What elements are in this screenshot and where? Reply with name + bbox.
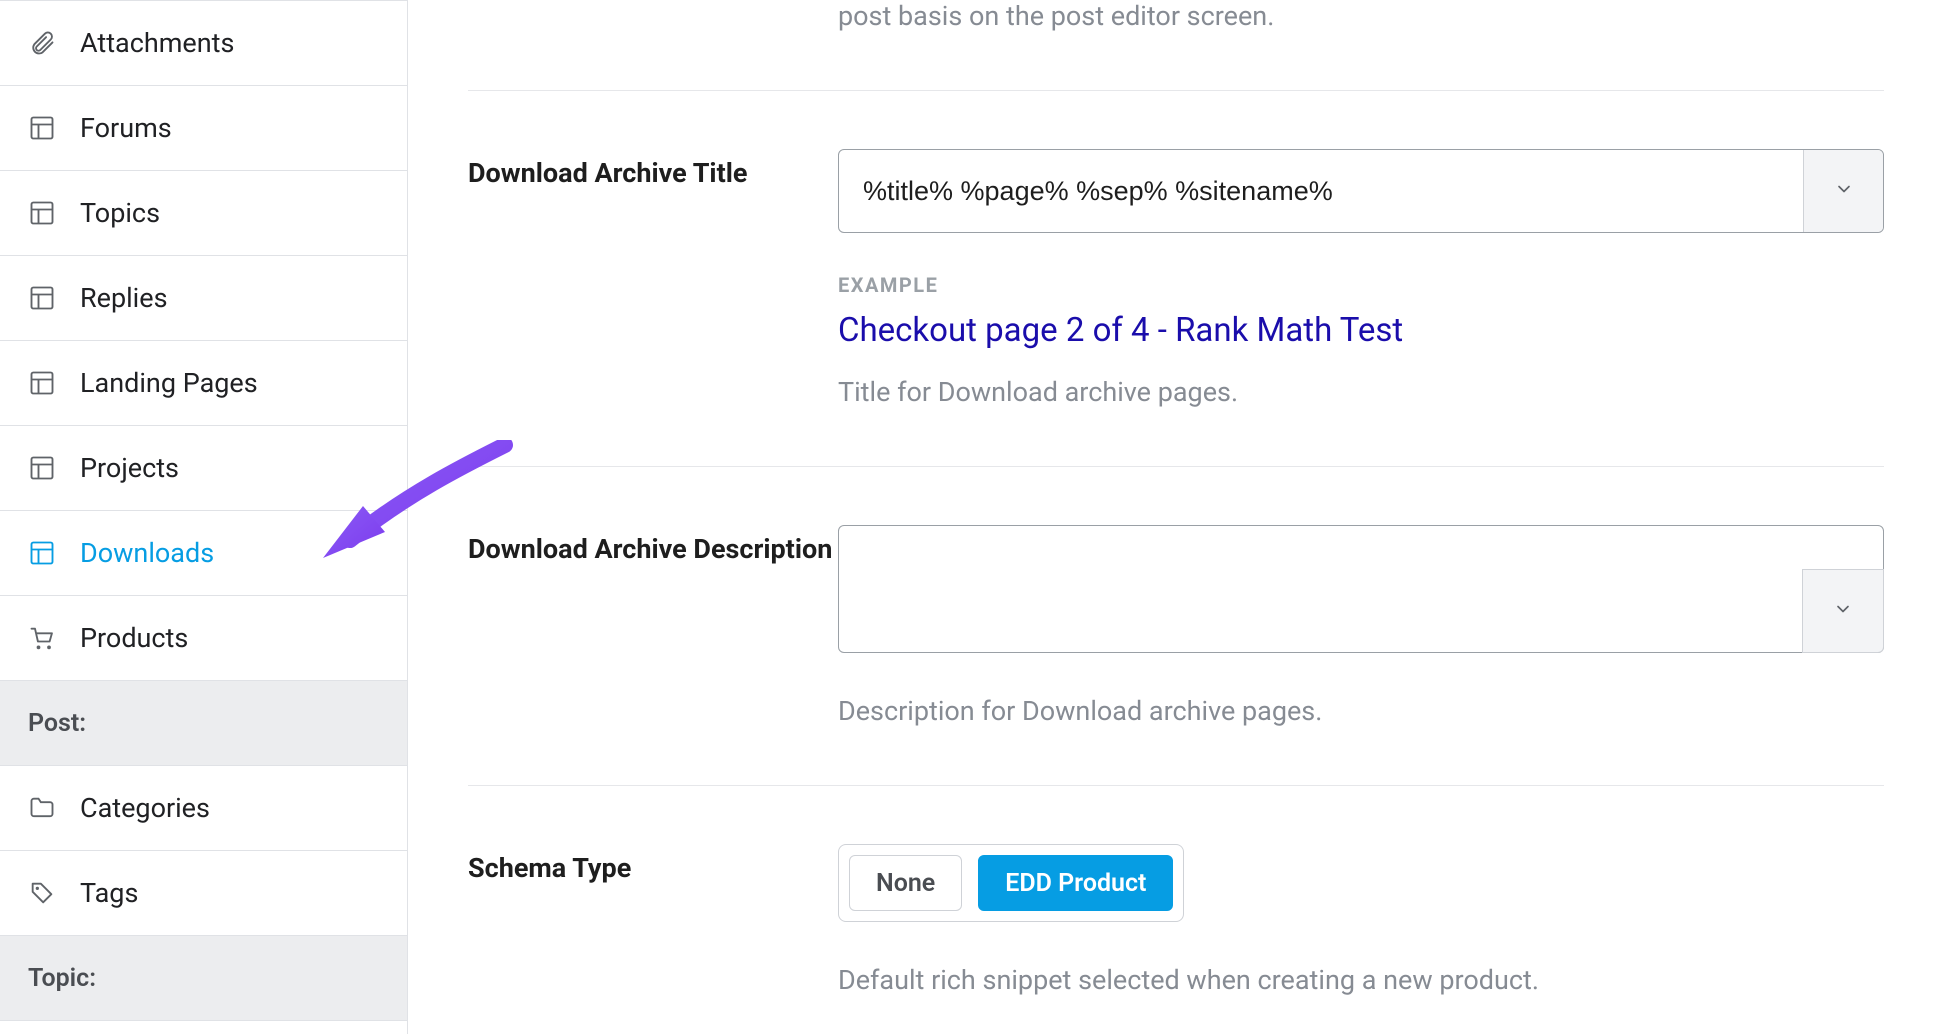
title-variables-dropdown[interactable] bbox=[1803, 150, 1883, 232]
intro-hint-text: post basis on the post editor screen. bbox=[838, 0, 1274, 32]
intro-hint: post basis on the post editor screen. bbox=[468, 0, 1884, 90]
sidebar-item-label: Projects bbox=[80, 452, 179, 484]
cart-icon bbox=[28, 624, 56, 652]
download-archive-title-input[interactable] bbox=[839, 150, 1803, 232]
download-archive-description-input[interactable] bbox=[839, 526, 1883, 652]
tag-icon bbox=[28, 879, 56, 907]
sidebar-item-label: Topics bbox=[80, 197, 160, 229]
field-label: Download Archive Title bbox=[468, 149, 838, 408]
sidebar-item-projects[interactable]: Projects bbox=[0, 426, 407, 511]
folder-icon bbox=[28, 794, 56, 822]
field-label: Download Archive Description bbox=[468, 525, 838, 727]
field-label: Schema Type bbox=[468, 844, 838, 996]
sidebar-item-categories[interactable]: Categories bbox=[0, 766, 407, 851]
field-schema-type: Schema Type None EDD Product Default ric… bbox=[468, 786, 1884, 996]
sidebar-item-label: Categories bbox=[80, 792, 210, 824]
layout-icon bbox=[28, 369, 56, 397]
chevron-down-icon bbox=[1834, 179, 1854, 203]
sidebar-item-topics[interactable]: Topics bbox=[0, 171, 407, 256]
layout-icon bbox=[28, 539, 56, 567]
option-label: None bbox=[876, 869, 935, 898]
settings-sidebar: Attachments Forums Topics Replies Landin… bbox=[0, 0, 408, 1034]
sidebar-item-label: Forums bbox=[80, 112, 172, 144]
sidebar-item-replies[interactable]: Replies bbox=[0, 256, 407, 341]
settings-panel: post basis on the post editor screen. Do… bbox=[408, 0, 1944, 1034]
layout-icon bbox=[28, 199, 56, 227]
title-input-group bbox=[838, 149, 1884, 233]
layout-icon bbox=[28, 284, 56, 312]
sidebar-section-topic: Topic: bbox=[0, 936, 407, 1021]
layout-icon bbox=[28, 114, 56, 142]
sidebar-item-label: Tags bbox=[80, 877, 138, 909]
description-input-group bbox=[838, 525, 1884, 653]
schema-option-edd-product[interactable]: EDD Product bbox=[978, 855, 1173, 911]
paperclip-icon bbox=[28, 29, 56, 57]
sidebar-section-label: Topic: bbox=[28, 964, 96, 993]
sidebar-item-downloads[interactable]: Downloads bbox=[0, 511, 407, 596]
field-download-archive-title: Download Archive Title EXAMPLE Checkout … bbox=[468, 91, 1884, 466]
field-help: Description for Download archive pages. bbox=[838, 695, 1884, 727]
example-preview: Checkout page 2 of 4 - Rank Math Test bbox=[838, 311, 1884, 350]
sidebar-item-products[interactable]: Products bbox=[0, 596, 407, 681]
sidebar-section-label: Post: bbox=[28, 709, 86, 738]
sidebar-item-tags[interactable]: Tags bbox=[0, 851, 407, 936]
chevron-down-icon bbox=[1833, 599, 1853, 623]
sidebar-item-label: Landing Pages bbox=[80, 367, 258, 399]
description-variables-dropdown[interactable] bbox=[1802, 569, 1884, 653]
schema-option-none[interactable]: None bbox=[849, 855, 962, 911]
sidebar-item-attachments[interactable]: Attachments bbox=[0, 1, 407, 86]
field-help: Title for Download archive pages. bbox=[838, 376, 1884, 408]
sidebar-item-label: Attachments bbox=[80, 27, 234, 59]
option-label: EDD Product bbox=[1005, 869, 1146, 898]
sidebar-item-topic-tags[interactable]: Topic Tags bbox=[0, 1021, 407, 1034]
sidebar-item-landing-pages[interactable]: Landing Pages bbox=[0, 341, 407, 426]
layout-icon bbox=[28, 454, 56, 482]
field-download-archive-description: Download Archive Description Description… bbox=[468, 467, 1884, 785]
sidebar-section-post: Post: bbox=[0, 681, 407, 766]
sidebar-item-label: Products bbox=[80, 622, 188, 654]
field-help: Default rich snippet selected when creat… bbox=[838, 964, 1884, 996]
example-label: EXAMPLE bbox=[838, 273, 1884, 297]
sidebar-item-forums[interactable]: Forums bbox=[0, 86, 407, 171]
sidebar-item-label: Replies bbox=[80, 282, 168, 314]
sidebar-item-label: Downloads bbox=[80, 537, 214, 569]
schema-type-toggle: None EDD Product bbox=[838, 844, 1184, 922]
